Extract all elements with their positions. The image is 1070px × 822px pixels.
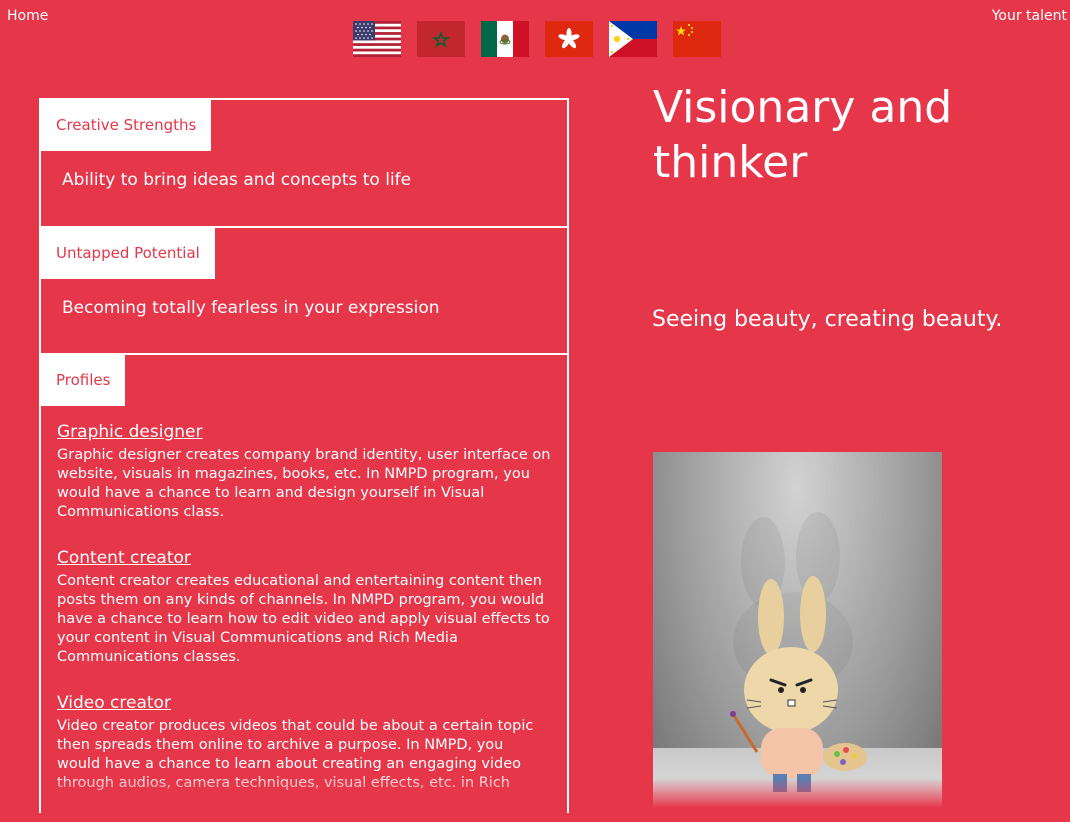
philippines-flag-icon[interactable] — [609, 21, 657, 57]
profiles-tab: Profiles — [41, 355, 126, 406]
page-title: Visionary and thinker — [653, 82, 953, 188]
profile-title-link[interactable]: Content creator — [57, 548, 551, 568]
bunny-artist-image — [653, 452, 942, 808]
profile-graphic-designer: Graphic designer Graphic designer create… — [57, 422, 551, 522]
talent-details-panel: Creative Strengths Ability to bring idea… — [39, 98, 569, 813]
creative-strengths-card: Creative Strengths Ability to bring idea… — [39, 98, 569, 226]
bottom-fade — [41, 772, 567, 812]
hong-kong-flag-icon[interactable] — [545, 21, 593, 57]
creative-strengths-tab: Creative Strengths — [41, 100, 212, 151]
untapped-potential-card: Untapped Potential Becoming totally fear… — [39, 226, 569, 353]
untapped-potential-tab: Untapped Potential — [41, 228, 215, 279]
mexico-flag-icon[interactable] — [481, 21, 529, 57]
profile-title-link[interactable]: Video creator — [57, 693, 551, 713]
profile-description: Graphic designer creates company brand i… — [57, 447, 551, 520]
image-fade — [653, 778, 942, 808]
home-link[interactable]: Home — [7, 8, 48, 24]
profiles-card: Profiles Graphic designer Graphic design… — [39, 353, 569, 813]
profile-title-link[interactable]: Graphic designer — [57, 422, 551, 442]
creative-strengths-text: Ability to bring ideas and concepts to l… — [62, 170, 412, 190]
profile-description: Content creator creates educational and … — [57, 573, 550, 665]
morocco-flag-icon[interactable] — [417, 21, 465, 57]
tagline: Seeing beauty, creating beauty. — [652, 307, 1003, 332]
language-flags — [353, 21, 721, 57]
bunny-illustration — [730, 512, 867, 792]
profile-content-creator: Content creator Content creator creates … — [57, 548, 551, 667]
us-flag-icon[interactable] — [353, 21, 401, 57]
untapped-potential-text: Becoming totally fearless in your expres… — [62, 298, 440, 318]
china-flag-icon[interactable] — [673, 21, 721, 57]
your-talent-link[interactable]: Your talent — [992, 8, 1067, 24]
